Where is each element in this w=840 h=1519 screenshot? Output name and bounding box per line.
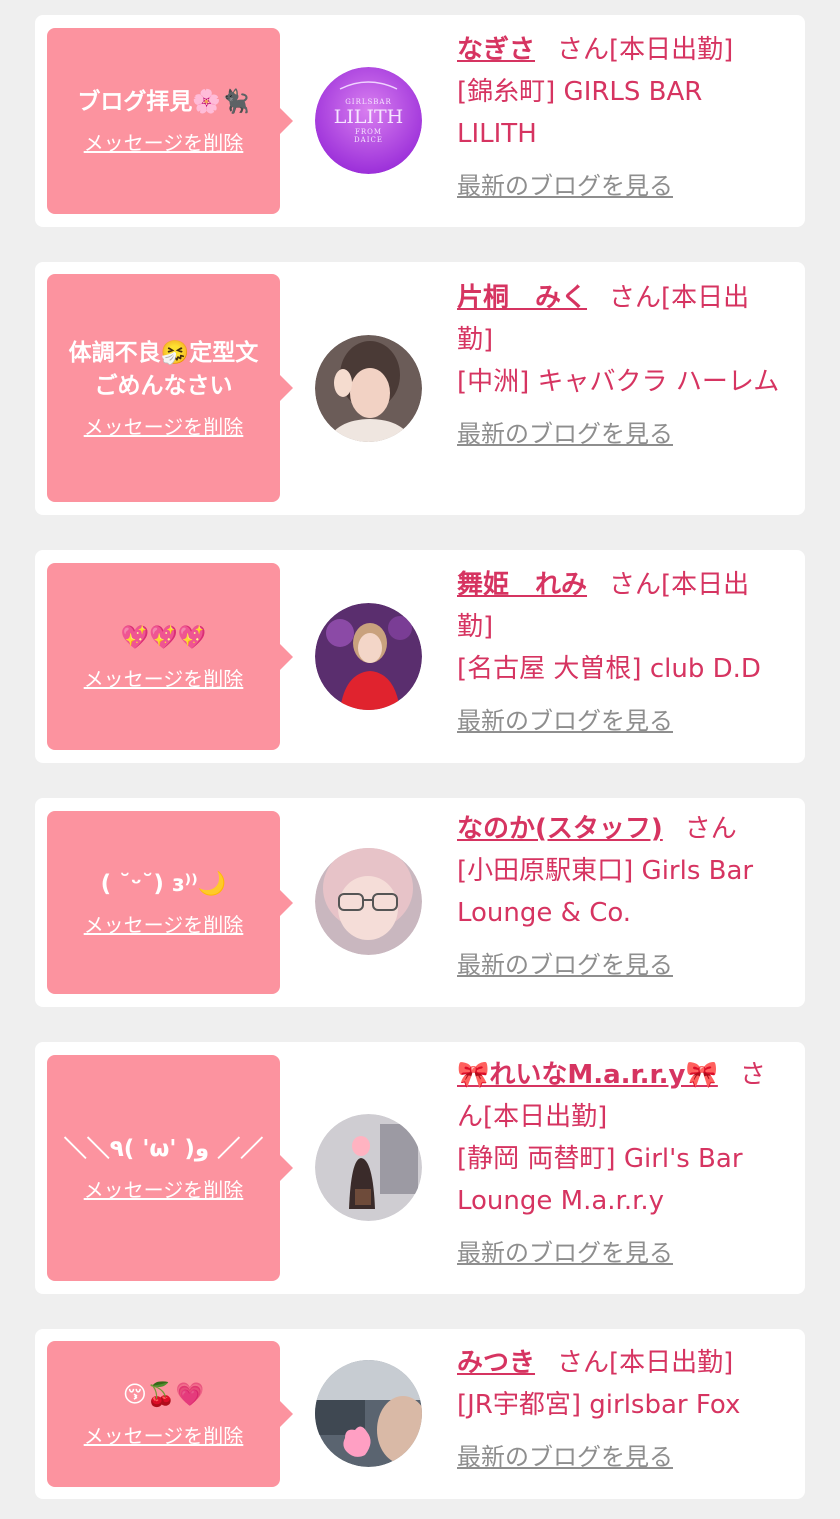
status-label: [本日出勤] [483, 1102, 608, 1132]
status-label: [本日出勤] [609, 35, 734, 65]
message-card: 😚🍒💗 メッセージを削除 みつき さん[本日出勤] [JR宇都宮] girlsba… [35, 1329, 805, 1499]
cast-info: みつき さん[本日出勤] [JR宇都宮] girlsbar Fox 最新のブログを… [457, 1342, 782, 1478]
avatar[interactable]: GIRLSBAR LILITH FROM DAICE [315, 67, 422, 174]
cast-name-link[interactable]: なのか(スタッフ) [457, 814, 663, 844]
cast-name-link[interactable]: なぎさ [457, 35, 535, 65]
cast-info: なのか(スタッフ) さん [小田原駅東口] Girls Bar Lounge & … [457, 808, 782, 986]
avatar[interactable] [315, 603, 422, 710]
latest-blog-link[interactable]: 最新のブログを見る [457, 1232, 673, 1274]
message-text: 😚🍒💗 [122, 1382, 205, 1408]
logo-text-top: GIRLSBAR [345, 97, 392, 106]
avatar[interactable] [315, 1114, 422, 1221]
message-card: ( ˘ᵕ˘) ɜ⁾⁾🌙 メッセージを削除 なのか(スタッフ) さん [小田原駅東口… [35, 798, 805, 1007]
honorific: さん [684, 814, 737, 844]
cast-name-link[interactable]: 🎀れいなM.a.r.r.y🎀 [457, 1060, 718, 1090]
store-name: [小田原駅東口] Girls Bar Lounge & Co. [457, 856, 754, 928]
cast-info: なぎさ さん[本日出勤] [錦糸町] GIRLS BAR LILITH 最新のブロ… [457, 29, 782, 207]
latest-blog-link[interactable]: 最新のブログを見る [457, 413, 673, 455]
delete-message-link[interactable]: メッセージを削除 [84, 1420, 244, 1449]
delete-message-link[interactable]: メッセージを削除 [84, 127, 244, 156]
store-name: [JR宇都宮] girlsbar Fox [457, 1390, 741, 1420]
store-name: [中洲] キャバクラ ハーレム [457, 367, 780, 397]
message-card: ブログ拝見🌸🐈‍⬛ メッセージを削除 GIRLSBAR LILITH FROM … [35, 15, 805, 227]
cast-name-link[interactable]: 片桐 みく [457, 283, 587, 313]
message-text: ( ˘ᵕ˘) ɜ⁾⁾🌙 [100, 870, 227, 897]
delete-message-link[interactable]: メッセージを削除 [84, 663, 244, 692]
message-text: 💖💖💖 [120, 624, 207, 651]
honorific: さん [557, 35, 610, 65]
honorific: さん [609, 283, 662, 313]
delete-message-link[interactable]: メッセージを削除 [84, 909, 244, 938]
message-text: ＼＼٩( 'ω' )و ／／ [63, 1136, 264, 1162]
store-name: [錦糸町] GIRLS BAR LILITH [457, 77, 703, 149]
message-text: ブログ拝見🌸🐈‍⬛ [77, 89, 250, 115]
cast-name-link[interactable]: みつき [457, 1348, 535, 1378]
latest-blog-link[interactable]: 最新のブログを見る [457, 165, 673, 207]
honorific: さん [609, 570, 662, 600]
message-bubble: ＼＼٩( 'ω' )و ／／ メッセージを削除 [47, 1055, 293, 1281]
message-card: 体調不良🤧定型文 ごめんなさい メッセージを削除 片桐 みく さん[本日出勤] [… [35, 262, 805, 515]
cast-info: 舞姫 れみ さん[本日出勤] [名古屋 大曽根] club D.D 最新のブログを… [457, 564, 782, 742]
message-bubble: 😚🍒💗 メッセージを削除 [47, 1341, 293, 1487]
cast-info: 片桐 みく さん[本日出勤] [中洲] キャバクラ ハーレム 最新のブログを見る [457, 277, 782, 455]
status-label: [本日出勤] [609, 1348, 734, 1378]
cast-name-link[interactable]: 舞姫 れみ [457, 570, 587, 600]
avatar[interactable] [315, 335, 422, 442]
logo-text-bottom: FROM DAICE [354, 127, 383, 144]
delete-message-link[interactable]: メッセージを削除 [84, 411, 244, 440]
message-text: 体調不良🤧定型文 ごめんなさい [68, 339, 259, 399]
message-bubble: ブログ拝見🌸🐈‍⬛ メッセージを削除 [47, 28, 293, 214]
message-bubble: 💖💖💖 メッセージを削除 [47, 563, 293, 750]
latest-blog-link[interactable]: 最新のブログを見る [457, 944, 673, 986]
avatar[interactable] [315, 1360, 422, 1467]
honorific: さん [557, 1348, 610, 1378]
message-bubble: 体調不良🤧定型文 ごめんなさい メッセージを削除 [47, 274, 293, 502]
delete-message-link[interactable]: メッセージを削除 [84, 1174, 244, 1203]
avatar[interactable] [315, 848, 422, 955]
latest-blog-link[interactable]: 最新のブログを見る [457, 1436, 673, 1478]
store-name: [静岡 両替町] Girl's Bar Lounge M.a.r.r.y [457, 1144, 743, 1216]
latest-blog-link[interactable]: 最新のブログを見る [457, 700, 673, 742]
message-bubble: ( ˘ᵕ˘) ɜ⁾⁾🌙 メッセージを削除 [47, 811, 293, 994]
cast-info: 🎀れいなM.a.r.r.y🎀 さん[本日出勤] [静岡 両替町] Girl's B… [457, 1054, 782, 1274]
store-name: [名古屋 大曽根] club D.D [457, 654, 761, 684]
message-card: ＼＼٩( 'ω' )و ／／ メッセージを削除 🎀れいなM.a.r.r.y🎀 さん… [35, 1042, 805, 1294]
logo-text-main: LILITH [333, 105, 404, 128]
message-card: 💖💖💖 メッセージを削除 舞姫 れみ さん[本日出勤] [名古屋 大曽根] clu… [35, 550, 805, 763]
